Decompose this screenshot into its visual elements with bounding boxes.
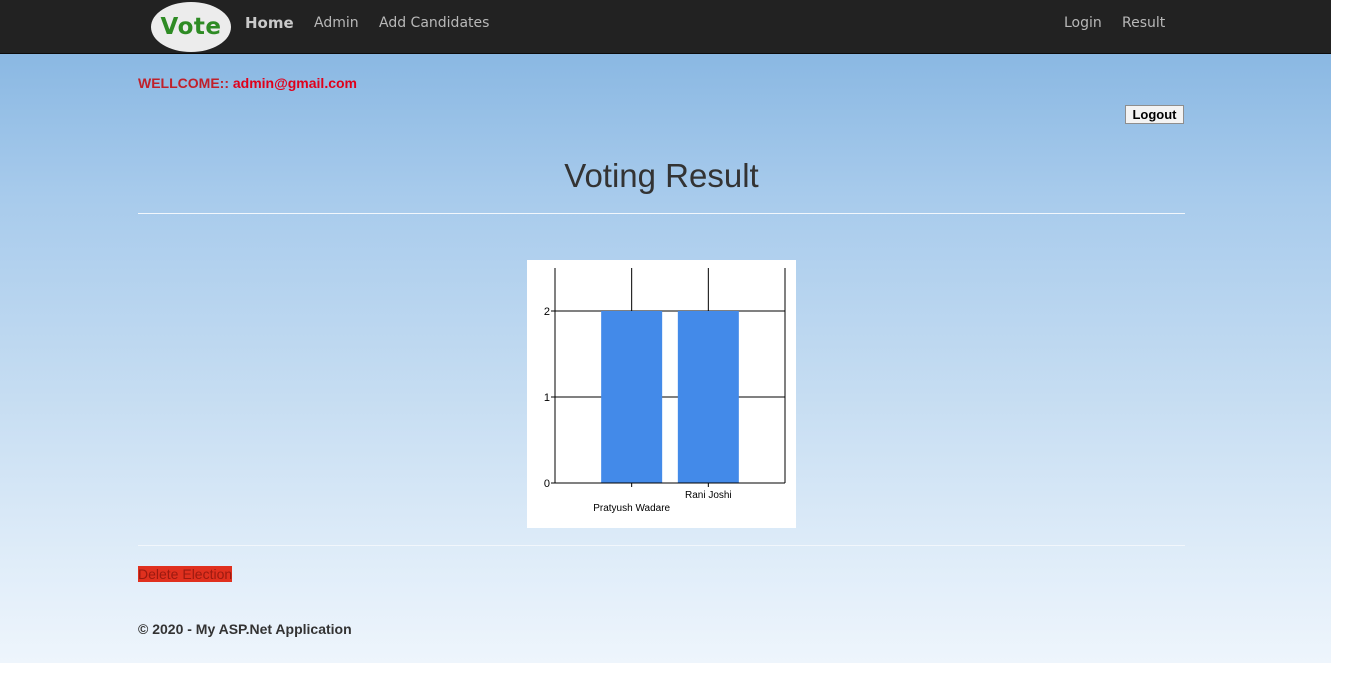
y-tick-label: 0 xyxy=(544,478,550,490)
nav-add-candidates-link[interactable]: Add Candidates xyxy=(379,15,489,31)
chart-divider xyxy=(138,545,1185,546)
bar xyxy=(677,311,739,483)
welcome-message: WELLCOME:: admin@gmail.com xyxy=(138,75,357,91)
logo-text: Vote xyxy=(160,14,222,40)
x-tick-label: Pratyush Wadare xyxy=(593,503,670,514)
nav-result-link[interactable]: Result xyxy=(1122,15,1165,31)
nav-admin-link[interactable]: Admin xyxy=(314,15,359,31)
nav-home-link[interactable]: Home xyxy=(245,14,294,32)
footer-text: © 2020 - My ASP.Net Application xyxy=(138,621,352,637)
nav-login-link[interactable]: Login xyxy=(1064,15,1102,31)
welcome-prefix: WELLCOME:: xyxy=(138,75,233,91)
y-tick-label: 1 xyxy=(544,392,550,404)
page-background: Vote Home Admin Add Candidates Login Res… xyxy=(0,0,1331,663)
welcome-email: admin@gmail.com xyxy=(232,75,357,91)
result-chart: 0 1 2 Pratyush Wadare Rani Joshi xyxy=(527,260,796,528)
y-tick-label: 2 xyxy=(544,306,550,318)
chart-svg: 0 1 2 Pratyush Wadare Rani Joshi xyxy=(544,268,786,514)
x-tick-label: Rani Joshi xyxy=(685,490,732,501)
logout-button[interactable]: Logout xyxy=(1125,105,1184,124)
delete-election-link[interactable]: Delete Election xyxy=(138,566,233,582)
title-divider xyxy=(138,213,1185,214)
bar xyxy=(601,311,663,483)
page-title: Voting Result xyxy=(564,157,759,194)
vote-logo[interactable]: Vote xyxy=(151,2,231,52)
navbar: Vote Home Admin Add Candidates Login Res… xyxy=(0,0,1331,54)
